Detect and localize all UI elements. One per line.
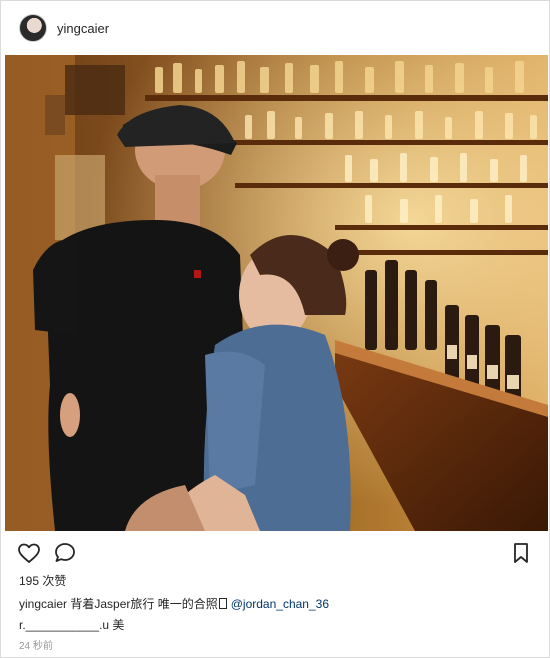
post-header: yingcaier [1,1,549,55]
post-timestamp[interactable]: 24 秒前 [19,637,53,652]
caption-username[interactable]: yingcaier [19,597,67,611]
heart-icon[interactable] [17,541,41,565]
caption-glyph [218,598,227,609]
avatar[interactable] [19,14,47,42]
caption: yingcaier 背着Jasper旅行 唯一的合照 @jordan_chan_… [19,595,329,612]
post-actions [17,539,533,567]
caption-mention[interactable]: @jordan_chan_36 [231,597,329,611]
bookmark-icon[interactable] [509,541,533,565]
bar-photo-illustration [5,55,548,531]
like-count[interactable]: 195 次赞 [19,572,66,589]
instagram-post: yingcaier 195 次赞 yingcaier 背着Jasper旅行 唯一… [0,0,550,658]
username[interactable]: yingcaier [57,21,109,36]
comment: r.___________.u 美 [19,618,125,632]
comment-bubble-icon[interactable] [53,541,77,565]
caption-text: 背着Jasper旅行 唯一的合照 [70,597,218,611]
post-photo[interactable] [5,55,548,531]
